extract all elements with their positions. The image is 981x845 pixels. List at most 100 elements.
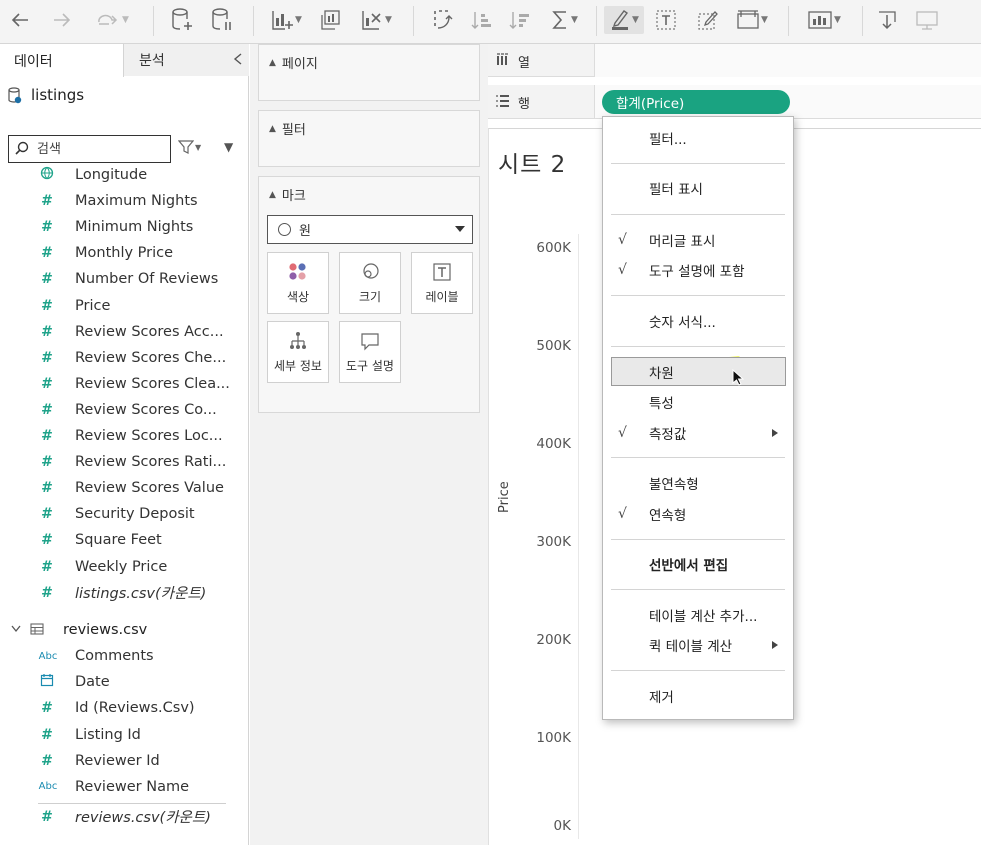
swap-rows-columns-icon[interactable] [428, 6, 456, 34]
filters-card-title: 필터 [281, 123, 306, 138]
mark-type-select[interactable]: 원 [267, 215, 473, 244]
field-item[interactable]: Date [0, 669, 249, 695]
search-input[interactable] [35, 140, 155, 158]
field-item[interactable]: # Reviewer Id [0, 748, 249, 774]
field-item[interactable]: # Review Scores Co... [0, 397, 249, 423]
menu-item[interactable]: 차원 [611, 357, 786, 386]
columns-drop-zone[interactable] [594, 44, 981, 77]
pause-datasource-icon[interactable] [208, 6, 236, 34]
sheet-title[interactable]: 시트 2 [498, 145, 566, 179]
filter-fields-button[interactable]: ▼ [178, 140, 201, 154]
field-item[interactable]: # Square Feet [0, 527, 249, 553]
show-me-icon[interactable]: ▼ [802, 6, 846, 34]
menu-item[interactable]: 필터 표시 [603, 175, 793, 201]
field-label: Comments [75, 648, 154, 665]
table-icon [30, 620, 44, 639]
format-pen-icon[interactable] [694, 6, 722, 34]
axis-tick-label: 100K [536, 730, 571, 746]
pages-card[interactable]: ▲ 페이지 [258, 44, 480, 101]
marks-label-button[interactable]: 레이블 [411, 252, 473, 314]
forward-arrow-icon[interactable] [50, 6, 74, 34]
field-item[interactable]: # Review Scores Value [0, 475, 249, 501]
menu-item-label: 연속형 [649, 508, 687, 524]
menu-separator [611, 163, 785, 164]
menu-item[interactable]: √ 측정값 [603, 420, 793, 446]
menu-item[interactable]: 테이블 계산 추가... [603, 602, 793, 628]
show-labels-icon[interactable] [652, 6, 680, 34]
datasource-item[interactable]: listings [8, 86, 84, 104]
y-axis-title[interactable]: Price [497, 481, 512, 513]
table-group-reviews[interactable]: reviews.csv [0, 617, 249, 643]
new-worksheet-icon[interactable]: ▼ [268, 6, 304, 34]
tab-data[interactable]: 데이터 [0, 44, 124, 77]
menu-item[interactable]: 숫자 서식... [603, 308, 793, 334]
field-item[interactable]: # Monthly Price [0, 240, 249, 266]
sort-ascending-icon[interactable] [468, 6, 496, 34]
chevron-down-icon[interactable] [11, 623, 21, 636]
highlight-pen-icon[interactable]: ▼ [604, 6, 644, 34]
totals-sigma-icon[interactable]: ▼ [546, 6, 582, 34]
menu-item[interactable]: 불연속형 [603, 470, 793, 496]
menu-item[interactable]: √ 연속형 [603, 501, 793, 527]
menu-item[interactable]: 선반에서 편집 [603, 551, 793, 577]
field-item[interactable]: # Id (Reviews.Csv) [0, 695, 249, 721]
marks-size-button[interactable]: 크기 [339, 252, 401, 314]
menu-item[interactable]: 필터... [603, 125, 793, 151]
collapse-triangle-icon[interactable]: ▲ [269, 124, 276, 134]
menu-item[interactable]: 특성 [603, 389, 793, 415]
field-label: Review Scores Loc... [75, 428, 223, 444]
field-item[interactable]: # Minimum Nights [0, 214, 249, 240]
new-datasource-icon[interactable] [168, 6, 196, 34]
sum-price-pill[interactable]: 합계(Price) [602, 90, 790, 114]
sort-descending-icon[interactable] [506, 6, 534, 34]
menu-item-label: 퀵 테이블 계산 [649, 639, 733, 655]
field-item[interactable]: # Security Deposit [0, 501, 249, 527]
menu-item-label: 특성 [649, 396, 674, 412]
field-item[interactable]: # Number Of Reviews [0, 266, 249, 292]
abc-string-icon: Abc [38, 781, 58, 793]
field-item[interactable]: # reviews.csv(카운트) [0, 804, 249, 830]
clear-sheet-icon[interactable]: ▼ [356, 6, 396, 34]
marks-color-button[interactable]: 색상 [267, 252, 329, 314]
number-hash-icon: # [41, 808, 53, 825]
collapse-triangle-icon[interactable]: ▲ [269, 190, 276, 200]
field-item[interactable]: # Review Scores Rati... [0, 449, 249, 475]
marks-detail-button[interactable]: 세부 정보 [267, 321, 329, 383]
field-item[interactable]: Abc Comments [0, 643, 249, 669]
redo-icon[interactable]: ▼ [88, 6, 136, 34]
collapse-pane-icon[interactable] [233, 52, 243, 70]
menu-item[interactable]: 퀵 테이블 계산 [603, 632, 793, 658]
field-item[interactable]: # Review Scores Clea... [0, 371, 249, 397]
field-item[interactable]: # listings.csv(카운트) [0, 580, 249, 606]
menu-item[interactable]: √ 머리글 표시 [603, 227, 793, 253]
menu-item[interactable]: 제거 [603, 683, 793, 709]
menu-item[interactable]: √ 도구 설명에 포함 [603, 257, 793, 283]
checkmark-icon: √ [618, 232, 627, 248]
presentation-icon[interactable] [912, 6, 942, 34]
marks-tooltip-button[interactable]: 도구 설명 [339, 321, 401, 383]
field-label: Maximum Nights [75, 193, 198, 210]
field-item[interactable]: # Weekly Price [0, 554, 249, 580]
back-arrow-icon[interactable] [8, 6, 32, 34]
filters-card[interactable]: ▲ 필터 [258, 110, 480, 167]
pages-card-title: 페이지 [281, 57, 318, 72]
field-item[interactable]: # Listing Id [0, 722, 249, 748]
number-hash-icon: # [41, 700, 53, 717]
collapse-triangle-icon[interactable]: ▲ [269, 58, 276, 68]
color-icon [288, 260, 308, 284]
field-item[interactable]: # Review Scores Loc... [0, 423, 249, 449]
field-item[interactable]: Longitude [0, 162, 249, 188]
field-item[interactable]: # Price [0, 293, 249, 319]
download-icon[interactable] [874, 6, 900, 34]
fit-view-icon[interactable]: ▼ [732, 6, 772, 34]
field-item[interactable]: # Maximum Nights [0, 188, 249, 214]
field-item[interactable]: # Review Scores Acc... [0, 319, 249, 345]
field-item[interactable]: Abc Reviewer Name [0, 774, 249, 800]
search-box[interactable] [8, 135, 171, 163]
field-item[interactable]: # Review Scores Che... [0, 345, 249, 371]
tab-analysis[interactable]: 분석 [124, 44, 249, 76]
axis-tick-label: 600K [536, 240, 571, 256]
duplicate-sheet-icon[interactable] [316, 6, 344, 34]
pane-menu-chevron-down-icon[interactable]: ▼ [224, 140, 233, 154]
menu-item-label: 필터 표시 [649, 182, 703, 198]
